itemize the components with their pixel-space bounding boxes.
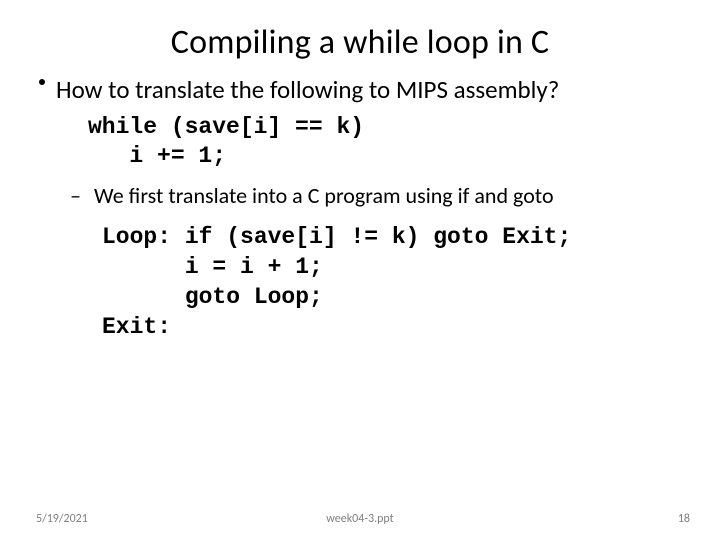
code-snippet-goto: Loop: if (save[i] != k) goto Exit; i = i… <box>102 223 692 343</box>
bullet-level1-text: How to translate the following to MIPS a… <box>56 75 559 105</box>
footer-filename: week04-3.ppt <box>0 512 720 526</box>
slide-content: How to translate the following to MIPS a… <box>0 63 720 342</box>
code-snippet-while: while (save[i] == k) i += 1; <box>88 113 692 171</box>
slide: Compiling a while loop in C How to trans… <box>0 0 720 540</box>
bullet-level2: – We first translate into a C program us… <box>70 183 692 209</box>
bullet-level1: How to translate the following to MIPS a… <box>28 75 692 105</box>
bullet-dot-icon <box>28 75 56 105</box>
bullet-dash-icon: – <box>70 183 94 209</box>
footer-page-number: 18 <box>678 512 690 526</box>
bullet-level2-text: We first translate into a C program usin… <box>94 183 554 209</box>
slide-title: Compiling a while loop in C <box>0 0 720 63</box>
